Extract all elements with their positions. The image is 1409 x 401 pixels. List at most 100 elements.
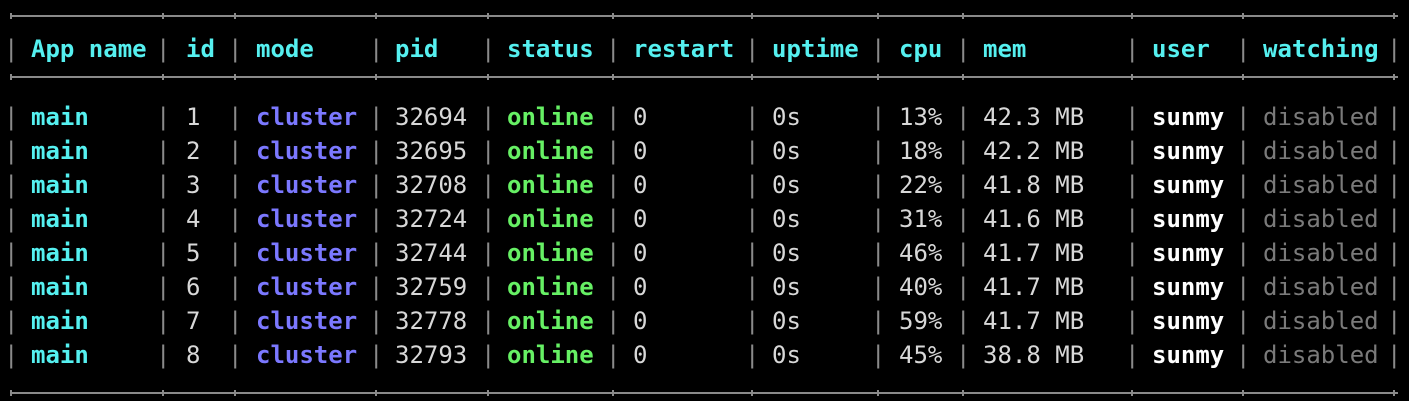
column-header-pid: pid <box>395 35 439 63</box>
column-separator: | <box>481 103 496 131</box>
table-cell-watching: disabled <box>1263 273 1379 301</box>
table-cell-mode: cluster <box>256 307 358 335</box>
table-cell-app-name: main <box>31 273 89 301</box>
table-cell-watching: disabled <box>1263 307 1379 335</box>
column-separator: | <box>1125 35 1140 63</box>
column-separator: | <box>156 239 171 267</box>
table-cell-uptime: 0s <box>772 341 801 369</box>
table-bottom-border <box>10 390 1398 396</box>
column-separator: | <box>1236 341 1251 369</box>
table-cell-watching: disabled <box>1263 239 1379 267</box>
column-separator: | <box>228 35 243 63</box>
column-separator: | <box>745 103 760 131</box>
table-cell-restart: 0 <box>633 205 648 233</box>
column-separator: | <box>156 103 171 131</box>
column-separator: | <box>745 205 760 233</box>
table-cell-cpu: 18% <box>899 137 943 165</box>
column-separator: | <box>956 137 971 165</box>
column-separator: | <box>481 35 496 63</box>
table-cell-status: online <box>507 273 594 301</box>
column-separator: | <box>871 341 886 369</box>
table-cell-pid: 32724 <box>395 205 468 233</box>
table-cell-user: sunmy <box>1152 239 1225 267</box>
table-cell-restart: 0 <box>633 137 648 165</box>
border-tick <box>877 13 879 19</box>
table-cell-mode: cluster <box>256 273 358 301</box>
column-separator: | <box>1236 35 1251 63</box>
column-separator: | <box>369 137 384 165</box>
table-cell-user: sunmy <box>1152 307 1225 335</box>
column-separator: | <box>956 239 971 267</box>
column-separator: | <box>871 171 886 199</box>
border-tick <box>962 390 964 396</box>
column-separator: | <box>1125 103 1140 131</box>
column-separator: | <box>156 171 171 199</box>
table-cell-restart: 0 <box>633 239 648 267</box>
column-header-mem: mem <box>983 35 1027 63</box>
table-cell-mem: 41.7 MB <box>983 273 1085 301</box>
column-separator: | <box>481 307 496 335</box>
table-cell-id: 2 <box>186 137 201 165</box>
column-separator: | <box>1125 239 1140 267</box>
column-separator: | <box>4 307 19 335</box>
table-cell-status: online <box>507 137 594 165</box>
table-cell-mem: 41.6 MB <box>983 205 1085 233</box>
border-tick <box>234 13 236 19</box>
column-separator: | <box>745 273 760 301</box>
column-separator: | <box>228 103 243 131</box>
border-tick <box>1393 13 1395 19</box>
column-separator: | <box>1236 239 1251 267</box>
table-cell-id: 8 <box>186 341 201 369</box>
column-separator: | <box>369 35 384 63</box>
column-separator: | <box>4 35 19 63</box>
table-cell-status: online <box>507 239 594 267</box>
column-separator: | <box>1387 341 1402 369</box>
column-separator: | <box>956 171 971 199</box>
table-cell-user: sunmy <box>1152 205 1225 233</box>
column-separator: | <box>156 205 171 233</box>
table-cell-app-name: main <box>31 307 89 335</box>
border-tick <box>877 74 879 80</box>
column-separator: | <box>871 103 886 131</box>
table-cell-id: 5 <box>186 239 201 267</box>
border-tick <box>751 74 753 80</box>
column-separator: | <box>606 239 621 267</box>
column-header-mode: mode <box>256 35 314 63</box>
column-header-uptime: uptime <box>772 35 859 63</box>
table-cell-mem: 38.8 MB <box>983 341 1085 369</box>
column-separator: | <box>1125 205 1140 233</box>
column-separator: | <box>871 239 886 267</box>
table-cell-pid: 32759 <box>395 273 468 301</box>
table-cell-pid: 32778 <box>395 307 468 335</box>
column-separator: | <box>1387 137 1402 165</box>
table-cell-mode: cluster <box>256 137 358 165</box>
table-cell-user: sunmy <box>1152 171 1225 199</box>
border-tick <box>162 74 164 80</box>
column-separator: | <box>871 307 886 335</box>
table-cell-mode: cluster <box>256 341 358 369</box>
table-cell-pid: 32744 <box>395 239 468 267</box>
column-separator: | <box>956 341 971 369</box>
border-tick <box>487 390 489 396</box>
column-separator: | <box>606 137 621 165</box>
border-tick <box>487 13 489 19</box>
column-separator: | <box>871 35 886 63</box>
column-separator: | <box>745 137 760 165</box>
table-cell-mem: 41.7 MB <box>983 239 1085 267</box>
table-cell-status: online <box>507 171 594 199</box>
column-separator: | <box>1125 307 1140 335</box>
border-tick <box>10 390 12 396</box>
column-separator: | <box>956 103 971 131</box>
table-cell-cpu: 46% <box>899 239 943 267</box>
column-separator: | <box>606 205 621 233</box>
column-separator: | <box>745 307 760 335</box>
border-tick <box>375 74 377 80</box>
border-tick <box>375 390 377 396</box>
column-separator: | <box>1387 307 1402 335</box>
border-tick <box>162 13 164 19</box>
column-separator: | <box>956 307 971 335</box>
table-cell-mem: 41.7 MB <box>983 307 1085 335</box>
table-cell-uptime: 0s <box>772 307 801 335</box>
column-separator: | <box>871 273 886 301</box>
table-cell-app-name: main <box>31 103 89 131</box>
